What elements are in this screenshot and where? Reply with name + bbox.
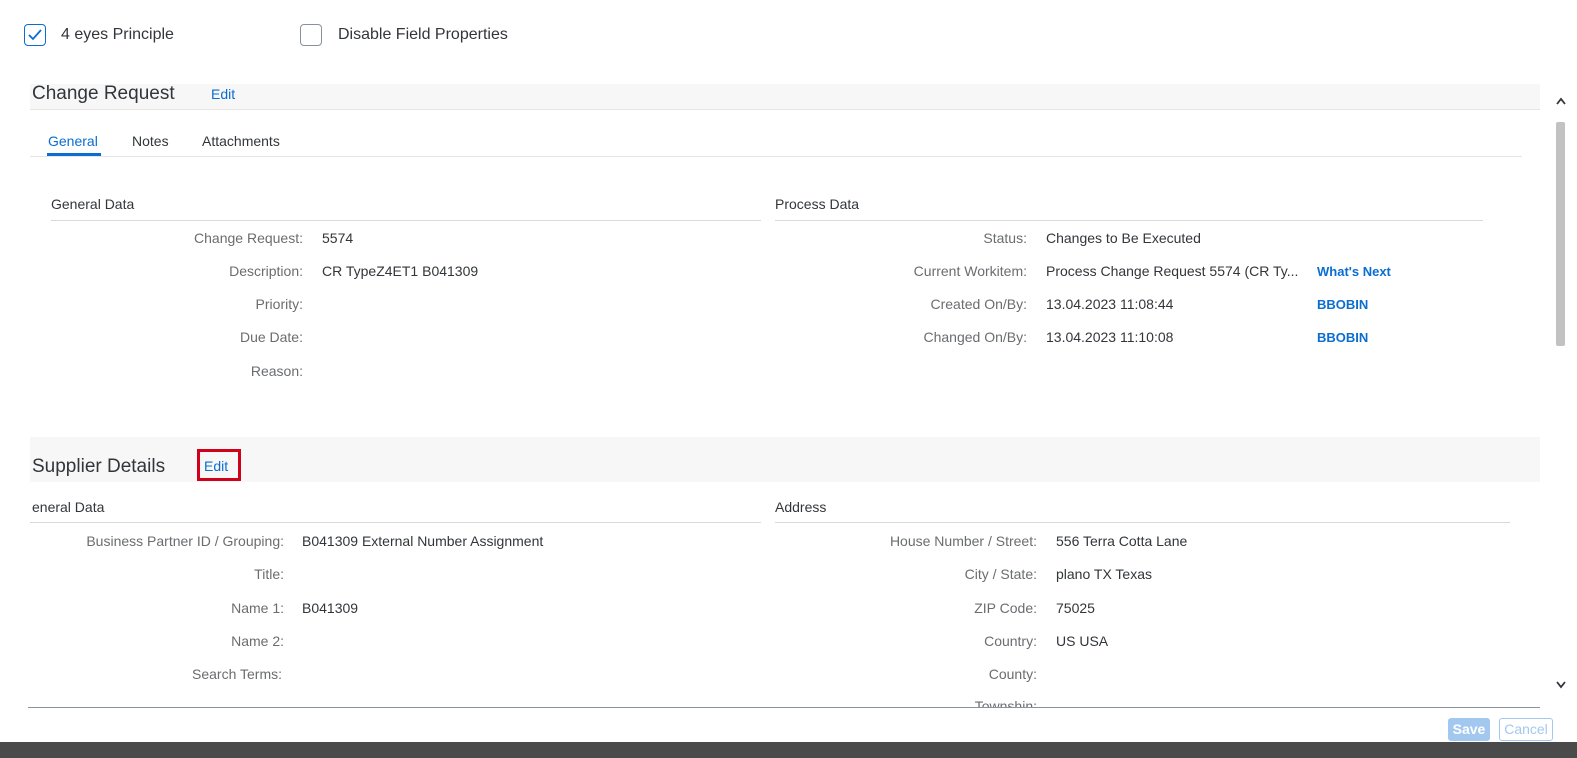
- current-workitem-label: Current Workitem:: [913, 263, 1027, 279]
- four-eyes-label: 4 eyes Principle: [61, 26, 174, 43]
- created-by-user-link[interactable]: BBOBIN: [1317, 297, 1368, 312]
- due-date-label: Due Date:: [239, 329, 303, 345]
- supplier-general-data-title: eneral Data: [32, 499, 105, 515]
- status-label: Status:: [983, 230, 1027, 246]
- current-workitem-value: Process Change Request 5574 (CR Ty...: [1046, 263, 1299, 279]
- tab-bar-divider: [30, 156, 1522, 157]
- whats-next-link[interactable]: What's Next: [1317, 264, 1391, 279]
- name2-label: Name 2:: [231, 633, 284, 649]
- taskbar: [0, 742, 1577, 758]
- zip-code-label: ZIP Code:: [974, 600, 1037, 616]
- content-bottom-border: [28, 707, 1540, 708]
- change-request-title: Change Request: [32, 83, 175, 104]
- supplier-general-data-rule: [30, 522, 761, 523]
- checkmark-icon: [28, 29, 42, 41]
- vertical-scrollbar-thumb[interactable]: [1556, 122, 1565, 346]
- country-label: Country:: [984, 633, 1037, 649]
- name1-label: Name 1:: [231, 600, 284, 616]
- change-request-edit-link[interactable]: Edit: [211, 86, 235, 102]
- created-on-by-label: Created On/By:: [930, 296, 1028, 312]
- zip-code-value: 75025: [1056, 600, 1095, 616]
- tab-attachments[interactable]: Attachments: [202, 133, 280, 149]
- county-label: County:: [988, 666, 1037, 682]
- township-label: Townshin:: [974, 698, 1037, 707]
- status-value: Changes to Be Executed: [1046, 230, 1201, 246]
- tab-notes[interactable]: Notes: [132, 133, 169, 149]
- general-data-rule: [51, 220, 761, 221]
- process-data-title: Process Data: [775, 196, 860, 212]
- address-title: Address: [775, 499, 827, 515]
- township-label-clip: Townshin:: [800, 696, 1037, 707]
- street-value: 556 Terra Cotta Lane: [1056, 533, 1188, 549]
- process-data-rule: [775, 220, 1483, 221]
- created-on-by-value: 13.04.2023 11:08:44: [1046, 296, 1174, 312]
- scroll-up-icon[interactable]: [1555, 96, 1567, 106]
- city-state-value: plano TX Texas: [1056, 566, 1152, 582]
- supplier-details-edit-link[interactable]: Edit: [204, 458, 228, 474]
- name1-value: B041309: [302, 600, 359, 616]
- disable-field-properties-label: Disable Field Properties: [338, 26, 508, 43]
- change-request-header: [30, 84, 1540, 110]
- scroll-down-icon[interactable]: [1555, 680, 1567, 690]
- description-value: CR TypeZ4ET1 B041309: [322, 263, 479, 279]
- general-data-title: General Data: [51, 196, 135, 212]
- save-button[interactable]: Save: [1448, 718, 1490, 741]
- changed-by-user-link[interactable]: BBOBIN: [1317, 330, 1368, 345]
- supplier-details-title: Supplier Details: [32, 456, 166, 477]
- change-request-divider: [30, 109, 1540, 110]
- title-label: Title:: [254, 566, 284, 582]
- change-request-number-label: Change Request:: [194, 230, 303, 246]
- business-partner-value: B041309 External Number Assignment: [302, 533, 544, 549]
- disable-field-properties-checkbox[interactable]: [300, 24, 322, 46]
- description-label: Description:: [229, 263, 303, 279]
- business-partner-label: Business Partner ID / Grouping:: [86, 533, 284, 549]
- changed-on-by-label: Changed On/By:: [923, 329, 1027, 345]
- cancel-button[interactable]: Cancel: [1499, 718, 1553, 741]
- city-state-label: City / State:: [964, 566, 1037, 582]
- country-value: US USA: [1056, 633, 1109, 649]
- tab-general[interactable]: General: [48, 133, 98, 149]
- address-rule: [775, 522, 1510, 523]
- four-eyes-checkbox[interactable]: [24, 24, 46, 46]
- changed-on-by-value: 13.04.2023 11:10:08: [1046, 329, 1174, 345]
- priority-label: Priority:: [255, 296, 303, 312]
- supplier-details-header: [30, 437, 1540, 482]
- search-terms-label: Search Terms:: [192, 666, 282, 682]
- change-request-number-value: 5574: [322, 230, 354, 246]
- reason-label: Reason:: [250, 363, 303, 379]
- street-label: House Number / Street:: [889, 533, 1037, 549]
